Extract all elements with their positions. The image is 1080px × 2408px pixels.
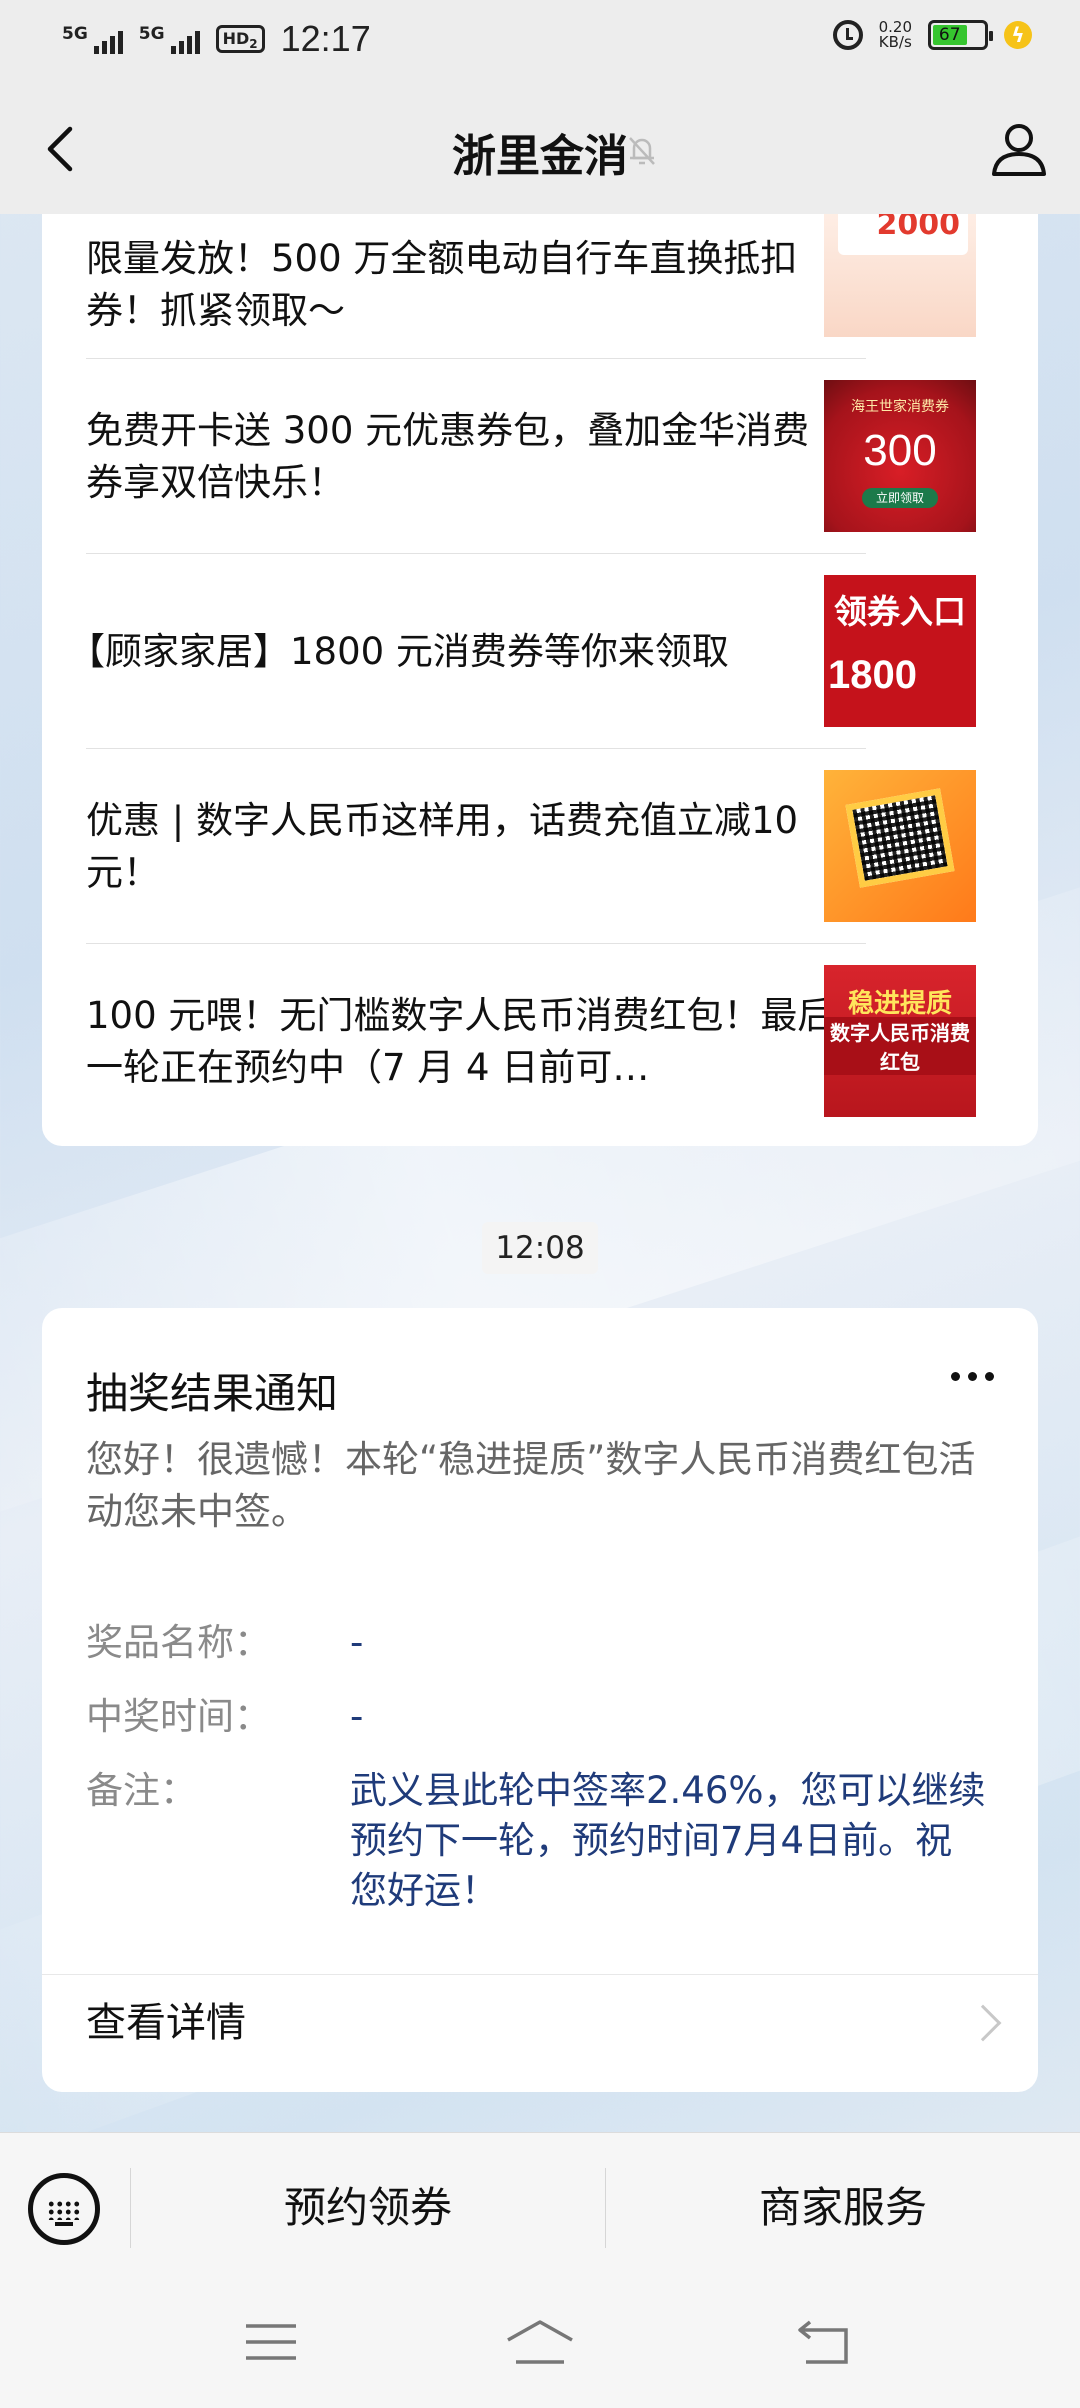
alarm-icon: [832, 20, 863, 50]
win-time-row: 中奖时间： -: [86, 1692, 986, 1742]
thumbnail-amount: 300: [863, 426, 937, 475]
article-thumbnail: 海王世家消费券 300 立即领取: [824, 380, 976, 532]
battery-icon: 67: [928, 20, 993, 50]
remark-row: 备注： 武义县此轮中签率2.46%，您可以继续预约下一轮，预约时间7月4日前。祝…: [86, 1766, 986, 1916]
more-options-icon[interactable]: [951, 1372, 994, 1381]
profile-icon[interactable]: [988, 118, 1050, 180]
clock: 12:17: [280, 18, 371, 59]
article-thumbnail: 领券入口 1800: [824, 575, 976, 727]
thumbnail-caption: 稳进提质: [847, 989, 952, 1019]
article-item[interactable]: 优惠 | 数字人民币这样用，话费充值立减10 元！: [86, 749, 976, 944]
field-value: -: [350, 1695, 364, 1738]
thumbnail-caption: 领券入口: [834, 592, 966, 631]
lottery-result-card[interactable]: 抽奖结果通知 您好！很遗憾！本轮“稳进提质”数字人民币消费红包活动您未中签。 奖…: [42, 1308, 1038, 2092]
field-value: -: [350, 1621, 364, 1664]
thumbnail-amount: 1800: [828, 653, 917, 697]
thumbnail-subcaption: 数字人民币消费红包: [824, 1017, 976, 1075]
network-speed: 0.20 KB/s: [879, 20, 912, 50]
article-thumbnail: 稳进提质 数字人民币消费红包: [824, 965, 976, 1117]
nav-bar: 浙里金消: [0, 84, 1080, 214]
qr-code-graphic: [845, 788, 955, 888]
article-item[interactable]: 限量发放！500 万全额电动自行车直换抵扣券！抓紧领取～ 2000: [86, 214, 976, 359]
article-item[interactable]: 免费开卡送 300 元优惠券包，叠加金华消费券享双倍快乐！ 海王世家消费券 30…: [86, 359, 976, 554]
mute-bell-icon: [629, 137, 655, 165]
battery-level: 67: [933, 25, 967, 45]
hd-badge: HD2: [215, 25, 265, 53]
prize-name-row: 奖品名称： -: [86, 1618, 986, 1668]
menu-icon[interactable]: [244, 2320, 298, 2364]
thumbnail-button-graphic: 立即领取: [862, 488, 938, 508]
charging-icon: ϟ: [1004, 21, 1032, 49]
field-value: 武义县此轮中签率2.46%，您可以继续预约下一轮，预约时间7月4日前。祝您好运！: [350, 1769, 986, 1912]
article-title: 100 元喂！无门槛数字人民币消费红包！最后一轮正在预约中（7 月 4 日前可…: [86, 993, 835, 1089]
field-label: 备注：: [86, 1769, 197, 1812]
article-title: 免费开卡送 300 元优惠券包，叠加金华消费券享双倍快乐！: [86, 408, 810, 504]
thumbnail-amount: 2000: [838, 214, 968, 255]
article-item[interactable]: 【顾家家居】1800 元消费券等你来领取 领券入口 1800: [68, 554, 976, 749]
field-label: 中奖时间：: [86, 1695, 271, 1738]
notice-body: 您好！很遗憾！本轮“稳进提质”数字人民币消费红包活动您未中签。: [86, 1438, 976, 1533]
status-bar: 5G 5G HD2 12:17 0.20 KB/s 67 ϟ: [0, 0, 1080, 84]
signal-icon: 5G: [62, 24, 123, 54]
view-details-link[interactable]: 查看详情: [86, 1998, 246, 2048]
article-thumbnail: 2000: [824, 214, 976, 337]
notice-title: 抽奖结果通知: [86, 1369, 339, 1418]
hd-sub-label: 2: [249, 37, 258, 52]
article-list-card: 限量发放！500 万全额电动自行车直换抵扣券！抓紧领取～ 2000 免费开卡送 …: [42, 214, 1038, 1146]
signal-icon: 5G: [139, 24, 200, 54]
thumbnail-caption: 海王世家消费券: [851, 399, 949, 415]
chevron-right-icon: [964, 2004, 1002, 2042]
article-item[interactable]: 100 元喂！无门槛数字人民币消费红包！最后一轮正在预约中（7 月 4 日前可……: [86, 944, 976, 1139]
hd-label: HD: [222, 29, 250, 48]
home-icon[interactable]: [504, 2318, 576, 2366]
menu-item-reserve-coupon[interactable]: 预约领券: [131, 2133, 605, 2283]
system-navigation-bar: [0, 2282, 1080, 2408]
divider: [42, 1974, 1038, 1975]
network-type-label: 5G: [62, 24, 88, 44]
network-type-label: 5G: [138, 24, 165, 44]
speed-unit: KB/s: [878, 33, 912, 51]
article-thumbnail: [824, 770, 976, 922]
keyboard-icon[interactable]: [28, 2173, 100, 2245]
bottom-menu-bar: 预约领券 商家服务: [0, 2132, 1080, 2282]
article-title: 【顾家家居】1800 元消费券等你来领取: [68, 629, 729, 673]
menu-item-merchant-service[interactable]: 商家服务: [606, 2133, 1080, 2283]
message-timestamp: 12:08: [482, 1222, 598, 1274]
back-icon[interactable]: [796, 2318, 850, 2366]
page-title: 浙里金消: [452, 131, 628, 182]
article-title: 限量发放！500 万全额电动自行车直换抵扣券！抓紧领取～: [86, 237, 798, 332]
article-title: 优惠 | 数字人民币这样用，话费充值立减10 元！: [86, 798, 799, 894]
field-label: 奖品名称：: [86, 1621, 271, 1664]
